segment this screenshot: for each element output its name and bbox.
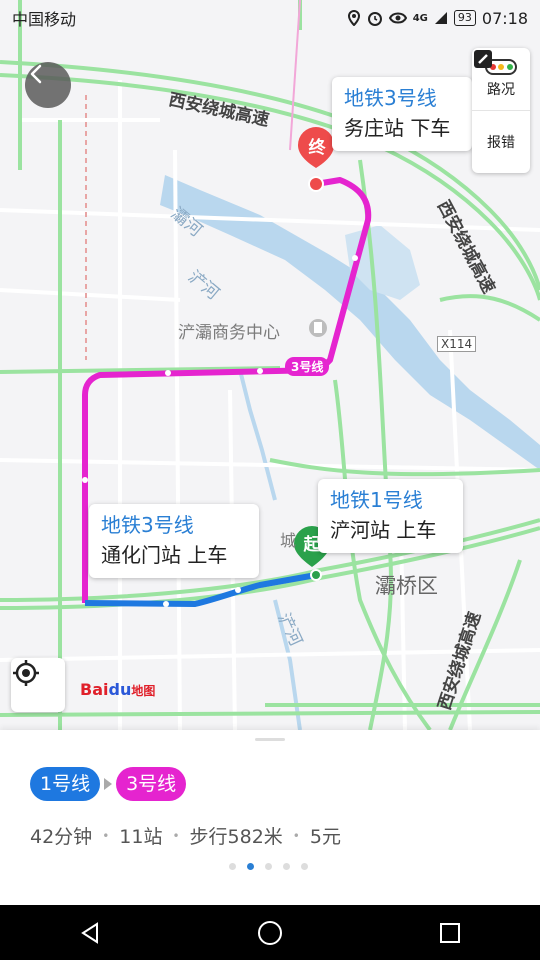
baidu-map-logo: Baidu地图	[80, 680, 155, 699]
route-walk: 步行582米	[189, 826, 283, 848]
line3-tag: 3号线	[285, 357, 330, 376]
route-stations: 11站	[119, 826, 163, 848]
district-label: 灞桥区	[375, 574, 438, 598]
system-nav-bar	[0, 905, 540, 960]
report-error-button[interactable]: 报错	[472, 50, 530, 173]
line3-chip: 3号线	[116, 767, 187, 801]
traffic-label: 路况	[487, 82, 515, 98]
callout-end[interactable]: 地铁3号线 务庄站 下车	[332, 77, 472, 151]
nav-back-button[interactable]	[60, 913, 120, 953]
callout-start-line1[interactable]: 地铁1号线 浐河站 上车	[318, 479, 463, 553]
road-x114-label: X114	[437, 336, 477, 352]
separator-dot: •	[172, 828, 180, 843]
nav-recents-button[interactable]	[420, 913, 480, 953]
page-dot[interactable]	[301, 863, 308, 870]
poi-business-center[interactable]: 浐灞商务中心	[178, 318, 280, 343]
route-fare: 5元	[309, 826, 341, 848]
signal-4g-icon: 4G	[412, 12, 428, 24]
alarm-icon	[367, 12, 382, 26]
circle-home-icon	[258, 920, 282, 945]
route-duration: 42分钟	[30, 826, 93, 848]
route-line-chips: 1号线 3号线	[30, 767, 187, 801]
page-dot[interactable]	[247, 863, 254, 870]
location-icon	[347, 10, 360, 26]
chevron-left-icon	[30, 64, 42, 84]
carrier-name: 中国移动	[12, 10, 77, 29]
page-dot[interactable]	[283, 863, 290, 870]
chan-river	[238, 369, 277, 501]
signal-icon	[434, 12, 447, 24]
callout-end-line: 地铁3号线	[344, 86, 437, 110]
report-label: 报错	[487, 135, 515, 151]
nav-home-button[interactable]	[240, 913, 300, 953]
locate-icon	[13, 660, 39, 686]
battery-indicator: 93	[453, 10, 476, 26]
city-label: 城	[280, 531, 297, 550]
status-bar: 中国移动 4G 93 07:18	[0, 0, 540, 36]
callout-transfer-stop: 通化门站 上车	[101, 543, 228, 567]
square-recents-icon	[440, 922, 460, 943]
separator-dot: •	[292, 828, 300, 843]
callout-transfer-line3[interactable]: 地铁3号线 通化门站 上车	[89, 504, 259, 578]
edit-icon	[474, 50, 492, 68]
map-canvas[interactable]: 终 起 西安绕城高速 西安绕城高速 西安绕城高速 灞河 浐河 浐河 浐灞商务中心…	[0, 0, 540, 730]
triangle-back-icon	[81, 921, 98, 944]
callout-start-stop: 浐河站 上车	[330, 518, 437, 542]
map-tool-panel: 路况 报错	[472, 48, 530, 173]
route-summary: 42分钟 • 11站 • 步行582米 • 5元	[30, 822, 341, 849]
page-dot[interactable]	[265, 863, 272, 870]
separator-dot: •	[102, 828, 110, 843]
clock: 07:18	[481, 8, 528, 28]
arrow-right-icon	[104, 778, 113, 790]
baidu-paw: du	[108, 680, 132, 699]
page-dot[interactable]	[229, 863, 236, 870]
status-icons: 4G 93 07:18	[347, 9, 528, 28]
callout-start-line: 地铁1号线	[330, 488, 423, 512]
callout-transfer-line: 地铁3号线	[101, 513, 194, 537]
page-indicator[interactable]	[229, 863, 308, 870]
poi-icon	[309, 319, 327, 337]
back-button[interactable]	[25, 62, 71, 108]
locate-button[interactable]	[11, 658, 65, 712]
end-marker-label: 终	[308, 138, 326, 158]
line1-chip: 1号线	[30, 767, 101, 801]
baidu-ditu: 地图	[131, 684, 156, 698]
route-summary-sheet[interactable]	[0, 730, 540, 905]
sheet-drag-handle[interactable]	[255, 738, 285, 741]
baidu-logo-text: Bai	[80, 680, 109, 699]
eye-icon	[388, 12, 407, 24]
callout-end-stop: 务庄站 下车	[344, 116, 451, 140]
